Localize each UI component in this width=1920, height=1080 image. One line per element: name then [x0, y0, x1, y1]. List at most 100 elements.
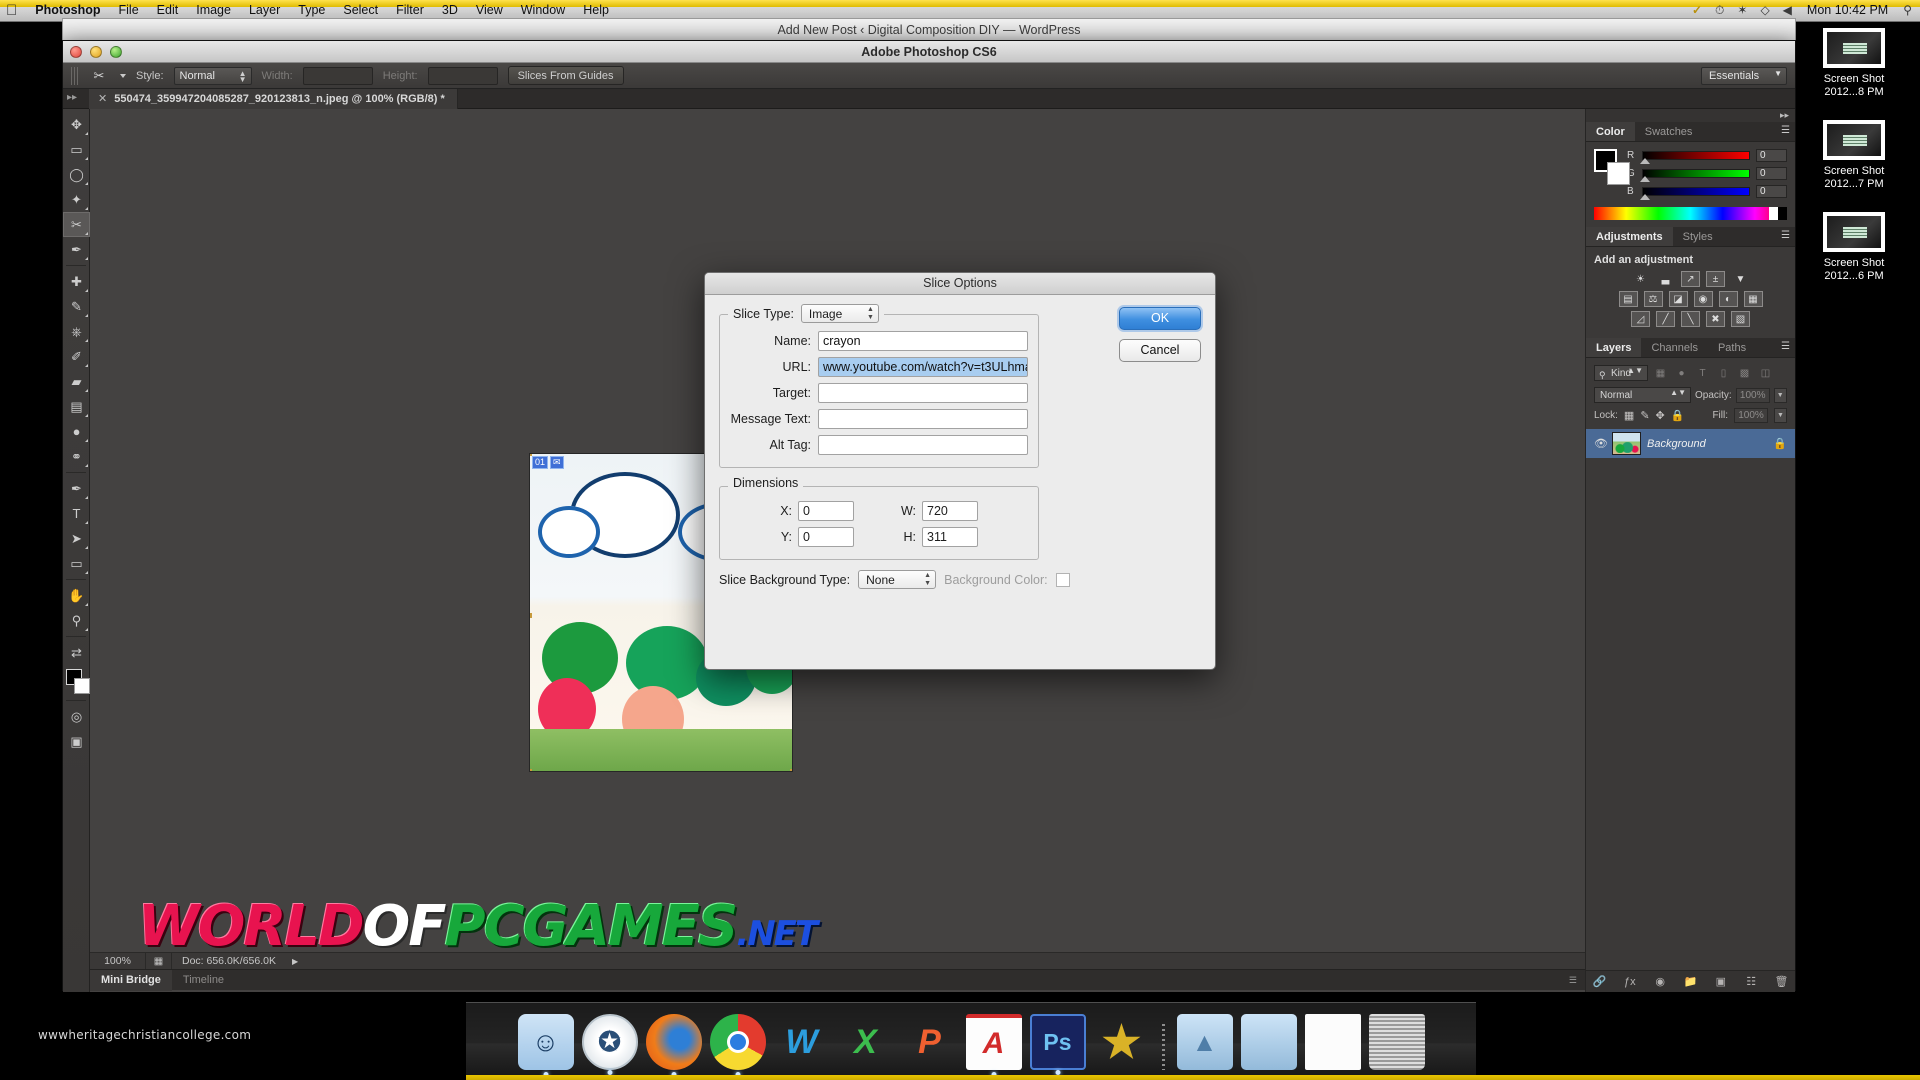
filter-toggle-icon[interactable]: ◫ — [1757, 365, 1774, 381]
quick-selection-tool[interactable]: ✦ — [63, 187, 90, 212]
selective-color-icon[interactable]: ✖ — [1706, 311, 1725, 327]
new-layer-icon[interactable]: ☷ — [1744, 975, 1759, 988]
clone-stamp-tool[interactable]: ⎈ — [63, 319, 90, 344]
posterize-icon[interactable]: ╱ — [1656, 311, 1675, 327]
vibrance-icon[interactable]: ▼ — [1731, 271, 1750, 287]
style-select[interactable]: Normal ▲▼ — [174, 67, 252, 85]
blend-mode-select[interactable]: Normal ▲▼ — [1594, 387, 1691, 403]
ok-button[interactable]: OK — [1119, 307, 1201, 330]
background-color-swatch[interactable] — [1607, 162, 1630, 185]
layer-visibility-eye-icon[interactable]: 👁 — [1594, 437, 1606, 450]
menu-view[interactable]: View — [474, 0, 505, 21]
dock-item-applications-folder[interactable]: ▲ — [1177, 1014, 1233, 1070]
menu-photoshop[interactable]: Photoshop — [33, 0, 102, 21]
close-icon[interactable]: ✕ — [98, 92, 107, 105]
dock-item-safari[interactable]: ✪ — [582, 1014, 638, 1070]
new-adjustment-icon[interactable]: ▣ — [1713, 975, 1728, 988]
layer-style-icon[interactable]: ƒx — [1622, 976, 1637, 988]
options-bar-grip[interactable] — [71, 67, 78, 85]
threshold-icon[interactable]: ╲ — [1681, 311, 1700, 327]
menu-layer[interactable]: Layer — [247, 0, 282, 21]
w-input[interactable]: 720 — [922, 501, 978, 521]
gradient-map-icon[interactable]: ▧ — [1731, 311, 1750, 327]
delete-layer-icon[interactable]: 🗑 — [1774, 975, 1789, 988]
marquee-tool[interactable]: ▭ — [63, 137, 90, 162]
volume-icon[interactable]: ◀ — [1783, 0, 1792, 21]
h-input[interactable]: 311 — [922, 527, 978, 547]
levels-icon[interactable]: ▃ — [1656, 271, 1675, 287]
link-layers-icon[interactable]: 🔗 — [1592, 975, 1607, 988]
hue-saturation-icon[interactable]: ▤ — [1619, 291, 1638, 307]
menu-window[interactable]: Window — [519, 0, 567, 21]
dock-item-imovie[interactable]: ★ — [1094, 1014, 1150, 1070]
slice-tool[interactable]: ✂ — [63, 212, 90, 237]
zoom-window-button[interactable] — [110, 46, 122, 58]
name-input[interactable]: crayon — [818, 331, 1028, 351]
workspace-select[interactable]: Essentials ▼ — [1701, 67, 1787, 85]
document-info-icon[interactable]: ▦ — [146, 953, 172, 970]
tab-color[interactable]: Color — [1586, 122, 1635, 141]
lock-transparent-icon[interactable]: ▦ — [1624, 409, 1634, 422]
adjustment-filter-icon[interactable]: ● — [1673, 365, 1690, 381]
layer-mask-icon[interactable]: ◉ — [1653, 975, 1668, 988]
panel-expand-icon[interactable]: ▸▸ — [67, 92, 77, 103]
channel-value-g[interactable]: 0 — [1756, 167, 1787, 180]
dock-item-documents-folder[interactable] — [1241, 1014, 1297, 1070]
slice-handle[interactable] — [790, 769, 792, 771]
panel-menu-icon[interactable]: ☰ — [1781, 231, 1790, 241]
eraser-tool[interactable]: ▰ — [63, 369, 90, 394]
tab-adjustments[interactable]: Adjustments — [1586, 227, 1673, 246]
bottom-tabs-menu-icon[interactable]: ☰ — [1569, 975, 1585, 986]
new-group-icon[interactable]: 📁 — [1683, 975, 1698, 988]
y-input[interactable]: 0 — [798, 527, 854, 547]
status-bar-arrow-icon[interactable]: ▶ — [292, 957, 298, 966]
brush-tool[interactable]: ✎ — [63, 294, 90, 319]
slice-handle[interactable] — [530, 613, 532, 618]
channel-slider-b[interactable] — [1642, 187, 1750, 196]
tab-styles[interactable]: Styles — [1673, 227, 1723, 246]
opacity-stepper-icon[interactable]: ▼ — [1774, 388, 1787, 403]
quick-mask-icon[interactable]: ◎ — [63, 704, 90, 729]
channel-value-b[interactable]: 0 — [1756, 185, 1787, 198]
gradient-tool[interactable]: ▤ — [63, 394, 90, 419]
tab-channels[interactable]: Channels — [1641, 338, 1707, 357]
slice-background-type-select[interactable]: None ▲▼ — [858, 570, 936, 589]
path-selection-tool[interactable]: ➤ — [63, 526, 90, 551]
channel-value-r[interactable]: 0 — [1756, 149, 1787, 162]
menu-3d[interactable]: 3D — [440, 0, 460, 21]
dock-item-firefox[interactable] — [646, 1014, 702, 1070]
pixel-filter-icon[interactable]: ▦ — [1652, 365, 1669, 381]
color-panel-swatches[interactable] — [1594, 149, 1619, 185]
blur-tool[interactable]: ● — [63, 419, 90, 444]
fill-value[interactable]: 100% — [1734, 408, 1768, 423]
panel-collapse-icon[interactable]: ▸▸ — [1586, 109, 1795, 122]
lock-all-icon[interactable]: 🔒 — [1671, 409, 1685, 422]
dock-item-microsoft-word[interactable]: W — [774, 1014, 830, 1070]
document-tab[interactable]: ✕ 550474_359947204085287_920123813_n.jpe… — [89, 89, 458, 109]
rectangle-tool[interactable]: ▭ — [63, 551, 90, 576]
target-input[interactable] — [818, 383, 1028, 403]
dock-item-document-file[interactable] — [1305, 1014, 1361, 1070]
layer-kind-filter-select[interactable]: ⚲ Kind ▲▼ — [1594, 365, 1648, 381]
color-balance-icon[interactable]: ⚖ — [1644, 291, 1663, 307]
tab-timeline[interactable]: Timeline — [172, 970, 235, 991]
move-tool[interactable]: ✥ — [63, 112, 90, 137]
channel-slider-g[interactable] — [1642, 169, 1750, 178]
swap-colors-icon[interactable]: ⇄ — [63, 640, 90, 665]
close-window-button[interactable] — [70, 46, 82, 58]
panel-menu-icon[interactable]: ☰ — [1781, 342, 1790, 352]
black-white-icon[interactable]: ◪ — [1669, 291, 1688, 307]
type-tool[interactable]: T — [63, 501, 90, 526]
menu-type[interactable]: Type — [296, 0, 327, 21]
color-lookup-icon[interactable]: ▦ — [1744, 291, 1763, 307]
photo-filter-icon[interactable]: ◉ — [1694, 291, 1713, 307]
dock-item-finder[interactable]: ☺ — [518, 1014, 574, 1070]
color-swatches[interactable] — [63, 667, 90, 697]
screen-mode-icon[interactable]: ▣ — [63, 729, 90, 754]
smart-object-filter-icon[interactable]: ▩ — [1736, 365, 1753, 381]
dock-item-microsoft-excel[interactable]: X — [838, 1014, 894, 1070]
color-spectrum-ramp[interactable] — [1594, 207, 1787, 220]
channel-slider-r[interactable] — [1642, 151, 1750, 160]
wifi-icon[interactable]: ◇ — [1760, 0, 1769, 21]
alt-tag-input[interactable] — [818, 435, 1028, 455]
